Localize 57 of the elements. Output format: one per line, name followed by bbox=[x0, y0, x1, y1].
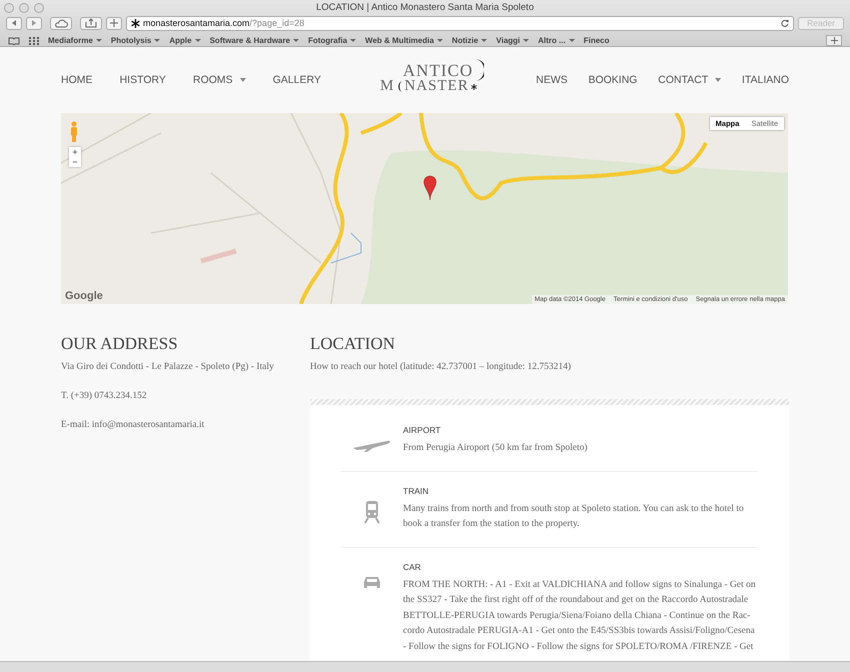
share-button[interactable] bbox=[80, 16, 102, 30]
forward-button[interactable] bbox=[26, 16, 42, 30]
nav-link[interactable]: CONTACT bbox=[658, 74, 722, 86]
car-icon bbox=[362, 576, 382, 590]
bookmark-item[interactable]: Fineco bbox=[584, 36, 610, 45]
bookmark-item[interactable]: Apple bbox=[169, 36, 201, 45]
grid-icon[interactable] bbox=[29, 36, 39, 44]
back-icon bbox=[10, 19, 18, 27]
cloud-icon bbox=[54, 18, 68, 28]
window-title: LOCATION | Antico Monastero Santa Maria Spoleto bbox=[316, 2, 534, 12]
new-tab-button[interactable] bbox=[106, 16, 122, 30]
back-button[interactable] bbox=[6, 16, 22, 30]
bookmark-item[interactable]: Software & Hardware bbox=[210, 36, 300, 45]
nav-link[interactable]: ROOMS bbox=[192, 74, 246, 86]
reload-icon[interactable] bbox=[781, 19, 790, 27]
bookmark-item[interactable]: Altro ... bbox=[538, 36, 575, 45]
train-icon bbox=[364, 500, 380, 524]
nav-link[interactable]: BOOKING bbox=[588, 74, 638, 86]
bookmark-item[interactable]: Web & Multimedia bbox=[365, 36, 443, 45]
nav-link[interactable]: ITALIANO bbox=[742, 74, 789, 86]
section-title: LOCATION bbox=[310, 334, 396, 354]
transport-title: TRAIN bbox=[403, 486, 430, 496]
transport-text: Many trains from north and from south stop at Spoleto station. You can ask to the hotel to book a transfer fom the station to the property. bbox=[403, 502, 745, 531]
bookmark-item[interactable]: Viaggi bbox=[496, 36, 530, 45]
section-title: OUR ADDRESS bbox=[61, 334, 179, 354]
nav-link[interactable]: NEWS bbox=[536, 74, 568, 86]
bookmark-item[interactable]: Notizie bbox=[452, 36, 488, 45]
zoom-out-button[interactable]: − bbox=[69, 157, 81, 167]
transport-title: CAR bbox=[403, 562, 422, 572]
airplane-icon bbox=[353, 439, 391, 453]
transport-text: FROM THE NORTH: - A1 - Exit at VALDICHIANA and follow signs to Sinalunga - Get on the SS327 - Take the first right off of the roundabout and get on the Raccordo Autostradale BETTOLLE-PERUGIA towards Perugia/Siena/Foiano della Chiana - Continue on the Rac-cordo Autostradale PERUGIA-A1 - Get onto the E45/SS3bis towards Assisi/Foligno/Cesena - Follow the signs for FOLIGNO - Follow the signs for SPOLETO/ROMA /FIRENZE - Get bbox=[403, 578, 757, 654]
bookmark-item[interactable]: Mediaforme bbox=[48, 36, 102, 45]
address-text: E-mail: info@monasterosantamaria.it bbox=[61, 420, 206, 430]
plus-icon bbox=[830, 37, 838, 44]
nav-link[interactable]: HOME bbox=[61, 74, 92, 86]
url-domain: monasterosantamaria.com bbox=[143, 18, 250, 28]
asterisk-icon bbox=[131, 18, 140, 28]
nav-link[interactable]: HISTORY bbox=[120, 74, 166, 86]
address-text: T. (+39) 0743.234.152 bbox=[61, 391, 148, 401]
bookmark-item[interactable]: Photolysis bbox=[110, 36, 160, 45]
plus-icon bbox=[110, 19, 118, 27]
logo[interactable]: ANTICO M NASTER bbox=[372, 58, 484, 94]
address-text: Via Giro dei Condotti - Le Palazze - Spoleto (Pg) - Italy bbox=[61, 362, 275, 372]
bookmark-item[interactable]: Fotografia bbox=[308, 36, 356, 45]
book-icon[interactable] bbox=[8, 36, 20, 44]
forward-icon bbox=[30, 19, 38, 27]
nav-link[interactable]: GALLERY bbox=[272, 74, 321, 86]
transport-text: From Perugia Airoport (50 km far from Spoleto) bbox=[403, 442, 588, 455]
map-brand-logo: Google bbox=[65, 290, 103, 302]
transport-title: AIRPORT bbox=[403, 425, 442, 435]
add-button[interactable] bbox=[826, 35, 842, 46]
intro-text: How to reach our hotel (latitude: 42.737001 – longitude: 12.753214) bbox=[310, 362, 572, 372]
cloud-button[interactable] bbox=[50, 16, 72, 30]
url-path: /?page_id=28 bbox=[250, 18, 304, 28]
address-field[interactable]: monasterosantamaria.com/?page_id=28 bbox=[126, 16, 794, 30]
zoom-in-button[interactable]: + bbox=[69, 147, 81, 157]
share-icon bbox=[85, 18, 97, 28]
